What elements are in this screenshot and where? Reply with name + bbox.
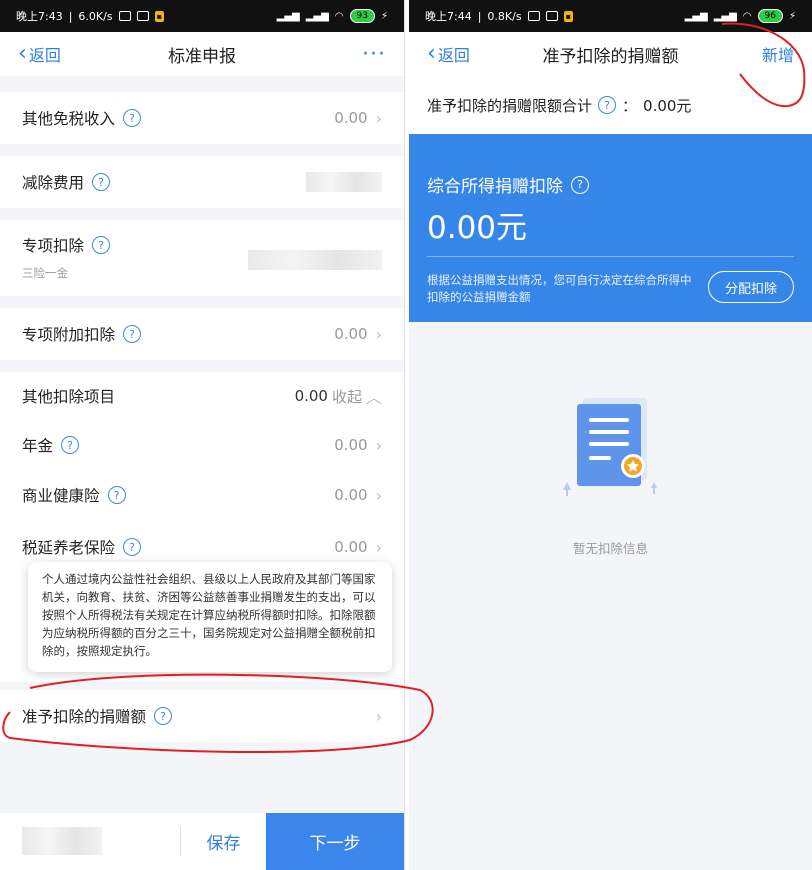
help-icon[interactable]: ? (123, 325, 142, 343)
help-icon[interactable]: ? (92, 236, 111, 254)
signal-icon: ▂▄▆ (276, 10, 300, 22)
blurred-value (248, 250, 382, 270)
signal-icon-2: ▂▄▆ (305, 10, 329, 22)
row-subnote: 三险一金 (22, 266, 68, 280)
status-time: 晚上7:43 (16, 10, 63, 23)
row-value: 0.00 (294, 387, 328, 405)
donation-limit-total: 准予扣除的捐赠限额合计 ? ： 0.00元 (409, 76, 812, 134)
charging-icon: ⚡ (788, 10, 796, 22)
row-label: 专项扣除 (22, 237, 85, 255)
empty-document-icon (563, 398, 657, 496)
help-icon[interactable]: ? (107, 486, 126, 504)
row-deduction-fee[interactable]: 减除费用 ? (0, 156, 404, 208)
row-special-additional-deduction[interactable]: 专项附加扣除 ? 0.00 › (0, 308, 404, 360)
notification-icon (527, 11, 540, 21)
save-button[interactable]: 保存 (180, 827, 266, 856)
allocate-deduction-button[interactable]: 分配扣除 (708, 271, 794, 303)
bottom-summary (0, 813, 180, 870)
chevron-up-icon: ︿ (365, 388, 382, 407)
row-label: 年金 (22, 437, 54, 455)
status-bar: 晚上7:44 | 0.8K/s ▪ ▂▄▆ ▂▄▆ ◠ 96 ⚡ (409, 0, 812, 32)
card-amount: 0.00元 (427, 210, 528, 246)
row-label: 商业健康险 (22, 487, 100, 505)
help-icon[interactable]: ? (123, 109, 142, 127)
help-icon[interactable]: ? (598, 96, 617, 114)
chevron-left-icon: ‹ (18, 41, 27, 66)
app-badge-icon: ▪ (563, 10, 573, 22)
chevron-right-icon: › (375, 435, 382, 455)
more-button[interactable]: ··· (362, 32, 386, 76)
wifi-icon: ◠ (334, 10, 344, 22)
blurred-value (306, 172, 382, 192)
row-value: 0.00 (334, 109, 368, 127)
donation-summary-card: 综合所得捐赠扣除 ? 0.00元 根据公益捐赠支出情况，您可自行决定在综合所得中… (409, 134, 812, 322)
network-speed: 6.0K/s (78, 9, 113, 23)
card-divider (427, 256, 794, 257)
battery-icon: 93 (349, 9, 375, 23)
add-button[interactable]: 新增 (762, 32, 794, 76)
nav-bar: ‹ 返回 准予扣除的捐赠额 新增 (409, 32, 812, 76)
chevron-right-icon: › (375, 324, 382, 344)
collapse-toggle[interactable]: 收起 (332, 386, 362, 407)
row-health-insurance[interactable]: 商业健康险 ? 0.00 › (0, 470, 404, 520)
row-label: 其他扣除项目 (22, 388, 116, 406)
row-annuity[interactable]: 年金 ? 0.00 › (0, 420, 404, 470)
chevron-left-icon: ‹ (427, 41, 436, 66)
status-bar: 晚上7:43 | 6.0K/s ▪ ▂▄▆ ▂▄▆ ◠ 93 ⚡ (0, 0, 404, 32)
nav-bar: ‹ 返回 标准申报 ··· (0, 32, 404, 76)
chevron-right-icon: › (375, 706, 382, 726)
help-icon[interactable]: ? (571, 175, 589, 194)
limit-colon: ： (622, 96, 638, 115)
row-other-exempt-income[interactable]: 其他免税收入 ? 0.00 › (0, 92, 404, 144)
back-label: 返回 (28, 46, 61, 65)
notification-icon (118, 11, 131, 21)
right-phone-screen: 晚上7:44 | 0.8K/s ▪ ▂▄▆ ▂▄▆ ◠ 96 ⚡ ‹ 返回 准予… (409, 0, 812, 870)
row-special-deduction[interactable]: 专项扣除 ? 三险一金 (0, 220, 404, 296)
row-other-deduction-items[interactable]: 其他扣除项目 0.00 收起 ︿ (0, 372, 404, 420)
card-title-text: 综合所得捐赠扣除 (427, 177, 563, 197)
help-tooltip: 个人通过境内公益性社会组织、县级以上人民政府及其部门等国家机关，向教育、扶贫、济… (28, 562, 392, 672)
row-value: 0.00 (334, 325, 368, 343)
chevron-right-icon: › (375, 537, 382, 557)
back-label: 返回 (437, 46, 470, 65)
network-speed: 0.8K/s (487, 9, 522, 23)
empty-state-text: 暂无扣除信息 (572, 541, 648, 556)
charging-icon: ⚡ (380, 10, 388, 22)
row-value: 0.00 (334, 436, 368, 454)
row-value: 0.00 (334, 486, 368, 504)
chevron-right-icon: › (375, 485, 382, 505)
back-button[interactable]: ‹ 返回 (18, 32, 61, 76)
back-button[interactable]: ‹ 返回 (427, 32, 470, 76)
bottom-action-bar: 保存 下一步 (0, 813, 404, 870)
row-label: 准予扣除的捐赠额 (22, 708, 147, 726)
row-value: 0.00 (334, 538, 368, 556)
battery-icon: 96 (757, 9, 783, 23)
next-step-button[interactable]: 下一步 (266, 813, 404, 870)
help-icon[interactable]: ? (123, 538, 142, 556)
signal-icon: ▂▄▆ (684, 10, 708, 22)
status-time: 晚上7:44 (425, 10, 472, 23)
card-description: 根据公益捐赠支出情况，您可自行决定在综合所得中扣除的公益捐赠金额 (427, 273, 692, 304)
mail-icon (136, 11, 149, 21)
help-icon[interactable]: ? (92, 173, 111, 191)
help-icon[interactable]: ? (154, 707, 173, 725)
wifi-icon: ◠ (742, 10, 752, 22)
row-label: 税延养老保险 (22, 539, 116, 557)
left-phone-screen: 晚上7:43 | 6.0K/s ▪ ▂▄▆ ▂▄▆ ◠ 93 ⚡ ‹ 返回 标准… (0, 0, 405, 870)
app-badge-icon: ▪ (154, 10, 164, 22)
signal-icon-2: ▂▄▆ (713, 10, 737, 22)
row-donation-deduction[interactable]: 准予扣除的捐赠额 ? › (0, 690, 404, 742)
row-label: 专项附加扣除 (22, 326, 116, 344)
chevron-right-icon: › (375, 108, 382, 128)
limit-label: 准予扣除的捐赠限额合计 (427, 96, 593, 115)
limit-value: 0.00元 (643, 96, 692, 115)
mail-icon (545, 11, 558, 21)
row-label: 其他免税收入 (22, 110, 116, 128)
row-label: 减除费用 (22, 174, 85, 192)
card-title: 综合所得捐赠扣除 ? (427, 172, 589, 197)
more-icon: ··· (362, 41, 386, 67)
help-icon[interactable]: ? (61, 436, 80, 454)
blurred-value (22, 827, 102, 855)
